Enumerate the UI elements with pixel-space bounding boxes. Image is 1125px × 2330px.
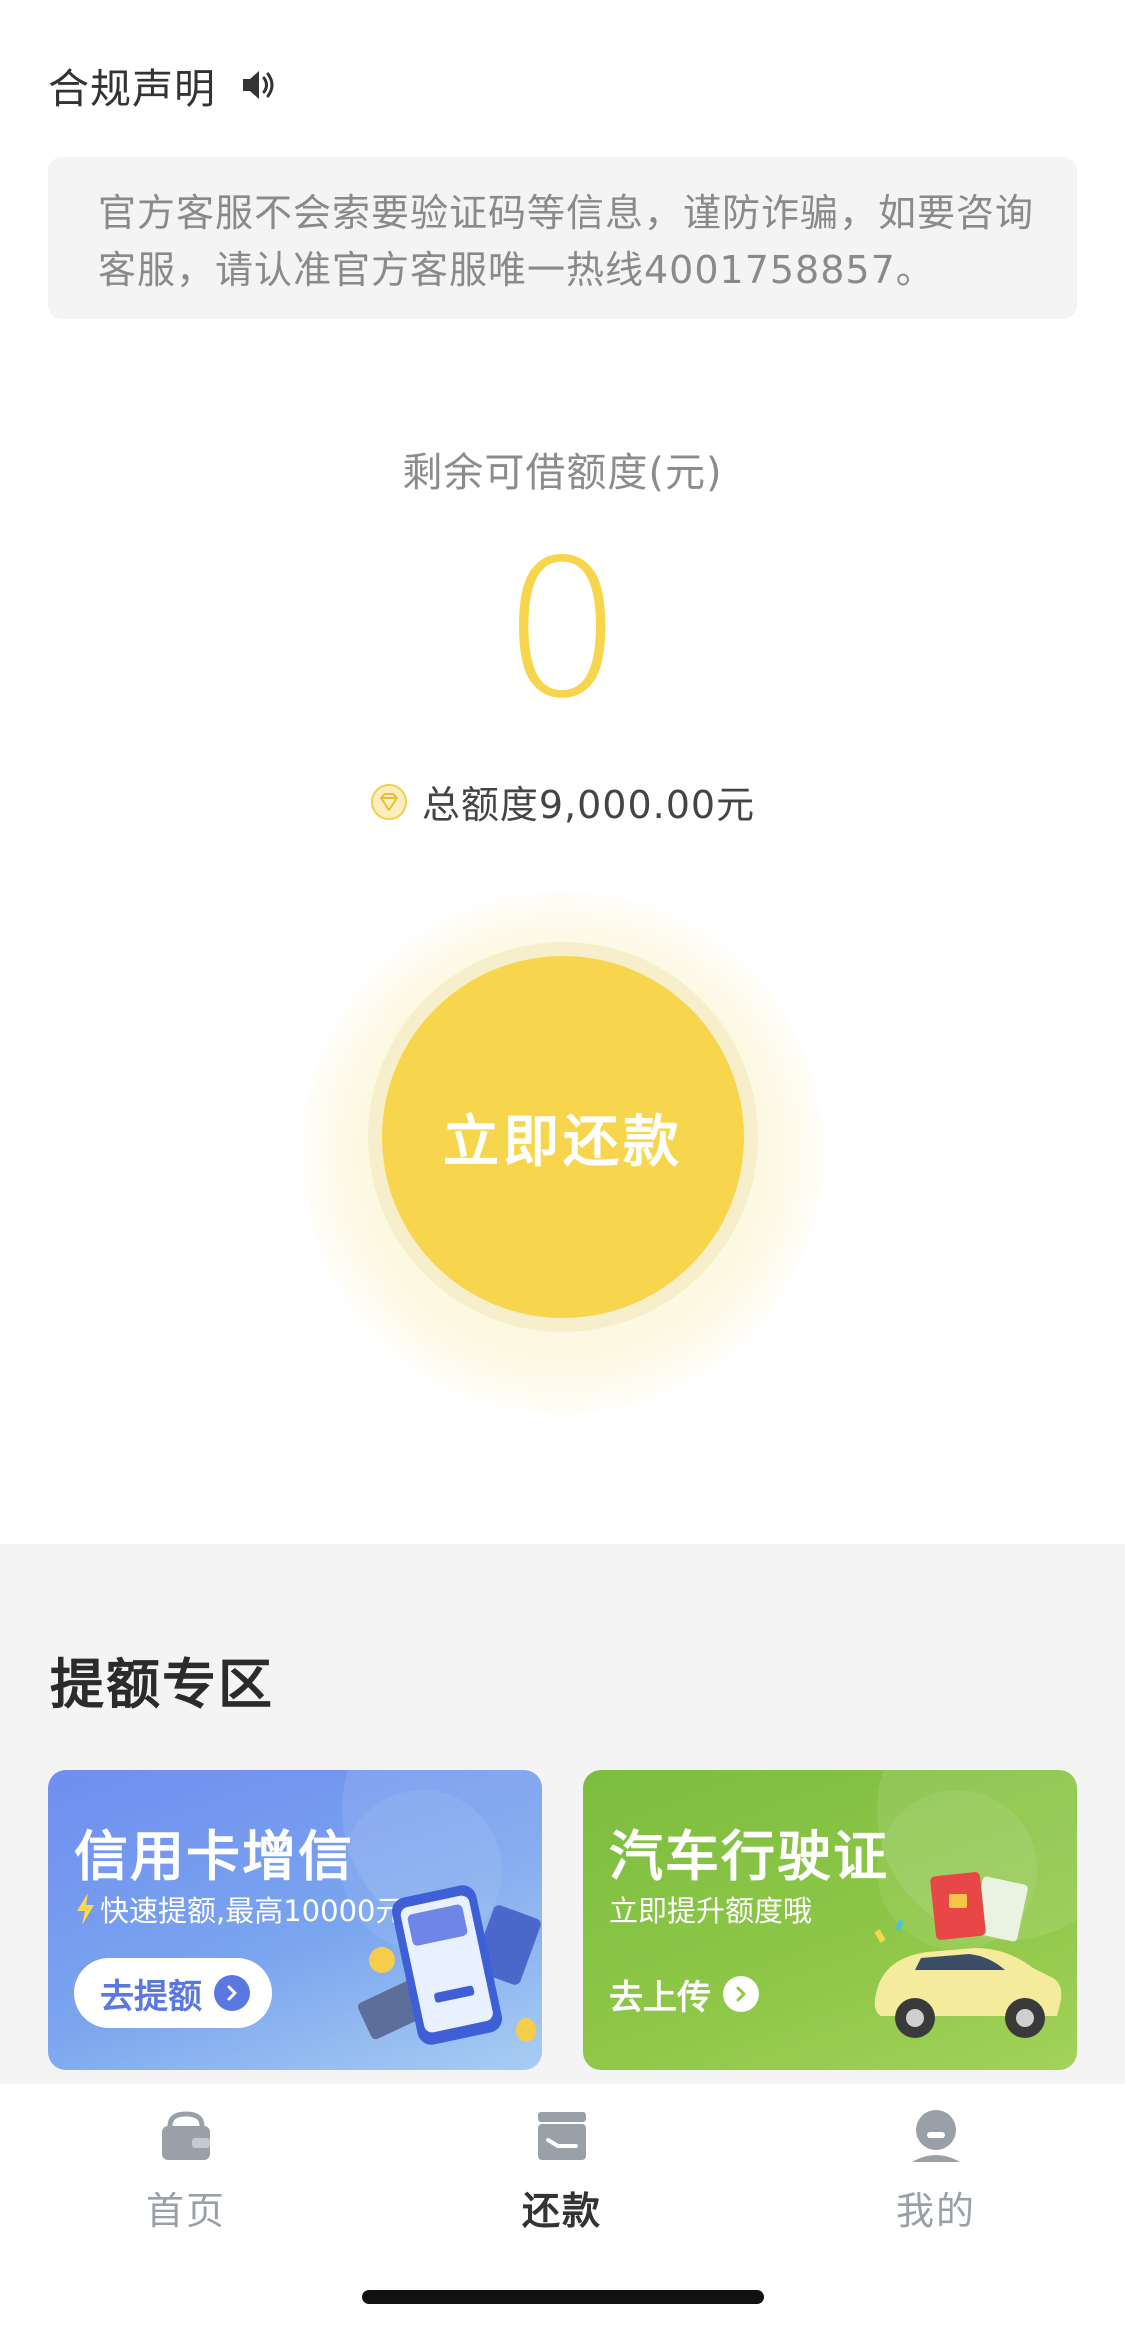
upload-button[interactable]: 去上传 bbox=[609, 1962, 759, 2026]
promo-section: 提额专区 信用卡增信 快速提额,最高10000元 去提额 汽车行驶证 立即提升额… bbox=[0, 1544, 1125, 2084]
promo-section-title: 提额专区 bbox=[50, 1653, 274, 1716]
card-repay-icon bbox=[538, 2112, 586, 2160]
wallet-icon bbox=[162, 2111, 210, 2160]
lightning-icon bbox=[77, 1893, 94, 1925]
chevron-right-icon bbox=[723, 1976, 759, 2012]
vehicle-license-subtitle-text: 立即提升额度哦 bbox=[609, 1894, 813, 1928]
tab-mine[interactable]: 我的 bbox=[836, 2106, 1036, 2235]
vehicle-license-title: 汽车行驶证 bbox=[609, 1825, 889, 1888]
user-icon bbox=[912, 2110, 960, 2162]
notice-text: 官方客服不会索要验证码等信息，谨防诈骗，如要咨询客服，请认准官方客服唯一热线40… bbox=[98, 191, 1035, 292]
total-credit-row: 总额度9,000.00元 bbox=[0, 774, 1125, 829]
credit-card-boost-title: 信用卡增信 bbox=[74, 1825, 354, 1888]
compliance-header[interactable]: 合规声明 bbox=[48, 55, 278, 115]
total-credit-text: 总额度9,000.00元 bbox=[421, 783, 756, 827]
tab-repay-label: 还款 bbox=[521, 2189, 602, 2233]
compliance-title: 合规声明 bbox=[48, 65, 216, 113]
tab-repay[interactable]: 还款 bbox=[462, 2106, 662, 2235]
tab-home-label: 首页 bbox=[145, 2189, 226, 2233]
diamond-badge-icon bbox=[370, 783, 407, 820]
boost-limit-button[interactable]: 去提额 bbox=[74, 1958, 272, 2028]
credit-label: 剩余可借额度(元) bbox=[402, 450, 723, 496]
phone-card-illustration bbox=[358, 1885, 541, 2045]
car-illustration bbox=[874, 1872, 1062, 2038]
tab-mine-label: 我的 bbox=[895, 2189, 976, 2233]
speaker-icon[interactable] bbox=[238, 65, 278, 105]
boost-limit-button-label: 去提额 bbox=[100, 1976, 202, 2017]
notice-box: 官方客服不会索要验证码等信息，谨防诈骗，如要咨询客服，请认准官方客服唯一热线40… bbox=[48, 157, 1077, 319]
vehicle-license-card[interactable]: 汽车行驶证 立即提升额度哦 去上传 bbox=[583, 1770, 1077, 2070]
credit-card-boost-card[interactable]: 信用卡增信 快速提额,最高10000元 去提额 bbox=[48, 1770, 542, 2070]
repay-now-button[interactable]: 立即还款 bbox=[382, 956, 744, 1318]
vehicle-license-subtitle: 立即提升额度哦 bbox=[609, 1888, 812, 1930]
tab-home[interactable]: 首页 bbox=[86, 2106, 286, 2235]
upload-button-label: 去上传 bbox=[609, 1977, 711, 2018]
credit-value: 0 bbox=[502, 519, 623, 740]
chevron-right-icon bbox=[214, 1975, 250, 2011]
home-indicator bbox=[362, 2290, 764, 2304]
